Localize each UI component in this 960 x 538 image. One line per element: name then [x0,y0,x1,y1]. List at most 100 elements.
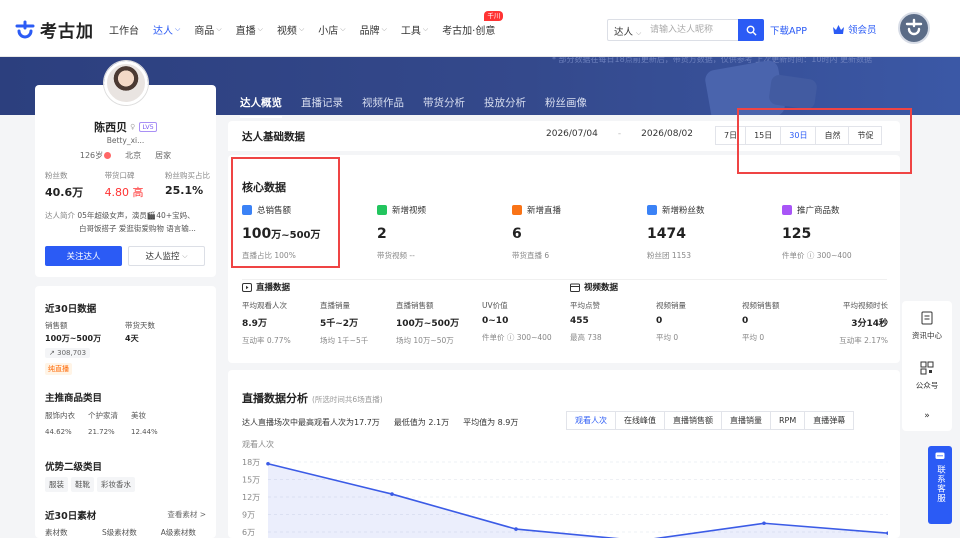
menu-item-6[interactable]: 品牌 ⌵ [360,22,387,37]
y-tick-label: 9万 [242,511,255,520]
secondary-chip[interactable]: 服装 [45,477,68,492]
data-point[interactable] [762,521,766,526]
search-button[interactable] [738,19,764,41]
range-button[interactable]: 30日 [780,126,817,145]
stat-value: 4.80 高 [104,186,144,199]
live-icon [242,282,252,292]
chevron-down-icon: ⌵ [636,29,642,37]
chart-ylabel: 观看人次 [242,440,274,449]
menu-item-4[interactable]: 视频 ⌵ [277,22,304,37]
secondary-chip[interactable]: 彩妆香水 [97,477,135,492]
search-type-select[interactable]: 达人 ⌵ [614,24,641,38]
stat-value: 25.1% [164,184,204,197]
monitor-button[interactable]: 达人监控 ⌵ [128,246,205,266]
date-end[interactable]: 2026/08/02 [641,129,693,139]
date-start[interactable]: 2026/07/04 [546,129,598,139]
date-range-picker[interactable]: 2026/07/04 - 2026/08/02 [546,129,693,139]
influencer-avatar [104,61,148,105]
data-point[interactable] [390,492,394,496]
live-data-section: 直播数据 [242,281,290,293]
qr-code-icon [920,361,934,375]
kpi-sub: 带货视频 -- [377,251,415,260]
trend-badge: ↗ 308,703 [45,348,91,358]
menu-item-1[interactable]: 达人 ⌵ [153,22,180,37]
kpi-value-main: 100 [242,226,272,242]
tab-4[interactable]: 投放分析 [484,95,526,118]
live-metric: 直播销售额 100万~500万 场均 10万~50万 [396,300,459,346]
menu-item-0[interactable]: 工作台 [109,22,139,37]
tab-2[interactable]: 视频作品 [362,95,404,118]
menu-item-2[interactable]: 商品 ⌵ [194,22,221,37]
metric-label: 直播销量 [320,301,350,310]
kpi-icon [377,205,387,215]
kpi-head: 推广商品数 [782,204,917,216]
expand-rail-button[interactable]: » [902,411,952,421]
category-names: 服饰内衣 个护家清 美妆 [45,410,164,421]
monitor-label: 达人监控 [145,252,180,262]
sales-value: 100万~500万 [45,334,102,343]
kpi-value-unit: 万~500 [271,230,311,241]
tab-5[interactable]: 粉丝画像 [545,95,587,118]
category-pct: 21.72% [88,428,115,436]
metric-label: UV价值 [482,301,508,310]
news-center-link[interactable]: 资讯中心 [902,311,952,341]
tab-1[interactable]: 直播记录 [301,95,343,118]
contact-service-button[interactable]: 联系客服 [928,446,952,524]
range-button[interactable]: 15日 [745,126,782,145]
kpi-label: 新增粉丝数 [662,206,705,216]
live-only-tag: 纯直播 [45,363,72,375]
menu-item-7[interactable]: 工具 ⌵ [401,22,428,37]
metric-button[interactable]: 直播销量 [721,411,771,430]
metric-button[interactable]: 在线峰值 [615,411,665,430]
range-button[interactable]: 节促 [848,126,883,145]
logo[interactable]: 考古加 [14,17,94,42]
kpi-4: 推广商品数 125 件单价 ⓘ 300~400 [782,204,917,261]
menu-item-5[interactable]: 小店 ⌵ [318,22,345,37]
view-material-link[interactable]: 查看素材 > [167,509,206,520]
chevron-down-icon: ⌵ [257,25,263,33]
summary-title: 近30日数据 [45,304,97,315]
vip-label: 领会员 [848,25,877,36]
kpi-0: 总销售额 100万~500万 直播占比 100% [242,204,377,261]
influencer-sidebar: 陈西贝 ♀ LV5 Betty_xi... 126岁 北京 居家 粉丝数 40.6万带… [35,61,216,538]
live-analysis-card: 直播数据分析 (所选时间共6场直播) 达人直播场次中最高观看人次为17.7万 最低… [228,370,900,538]
kpi-value: 125 [782,226,917,242]
vip-link[interactable]: 领会员 [832,22,877,36]
material-title: 近30日素材 [45,511,97,522]
metric-button[interactable]: 直播销售额 [664,411,722,430]
search-input[interactable] [650,21,738,39]
category-name: 美妆 [131,411,146,420]
metric-button[interactable]: RPM [770,411,806,430]
document-icon [921,311,933,325]
metric-button[interactable]: 观看人次 [566,411,616,430]
kpi-value-main: 1474 [647,226,686,242]
material-col: 素材数 [45,528,68,537]
date-separator: - [617,129,622,139]
kpi-value: 6 [512,226,647,242]
range-button[interactable]: 自然 [815,126,850,145]
follow-button[interactable]: 关注达人 [45,246,122,266]
kpi-sub: 粉丝团 1153 [647,251,691,260]
influencer-name-row: 陈西贝 ♀ LV5 [35,119,216,135]
range-button[interactable]: 7日 [715,126,747,145]
metric-button[interactable]: 直播弹幕 [804,411,855,430]
data-point[interactable] [266,461,270,466]
menu-item-label: 工作台 [109,26,139,37]
category-title: 主推商品类目 [45,393,103,404]
menu-item-8[interactable]: 考古加·创意 千川 [442,11,504,37]
data-point[interactable] [514,527,518,531]
secondary-chip[interactable]: 鞋靴 [71,477,94,492]
official-account-link[interactable]: 公众号 [902,361,952,391]
stat-label: 粉丝数 [45,171,68,180]
material-cols: 素材数 S级素材数 A级素材数 [45,527,196,538]
y-tick-label: 6万 [242,528,255,537]
download-app-link[interactable]: 下载APP [770,23,807,37]
menu-item-3[interactable]: 直播 ⌵ [236,22,263,37]
logo-avatar-icon [905,18,923,36]
tab-0[interactable]: 达人概览 [240,95,282,118]
menu-item-label: 商品 [194,26,215,37]
tab-3[interactable]: 带货分析 [423,95,465,118]
kpi-head: 新增视频 [377,204,512,216]
user-avatar[interactable] [898,12,930,44]
top-nav: 考古加 工作台 达人 ⌵ 商品 ⌵ 直播 ⌵ 视频 ⌵ 小店 ⌵ 品牌 ⌵ 工具 ⌵ 考古加·创意 千川 达人 … [0,0,960,57]
